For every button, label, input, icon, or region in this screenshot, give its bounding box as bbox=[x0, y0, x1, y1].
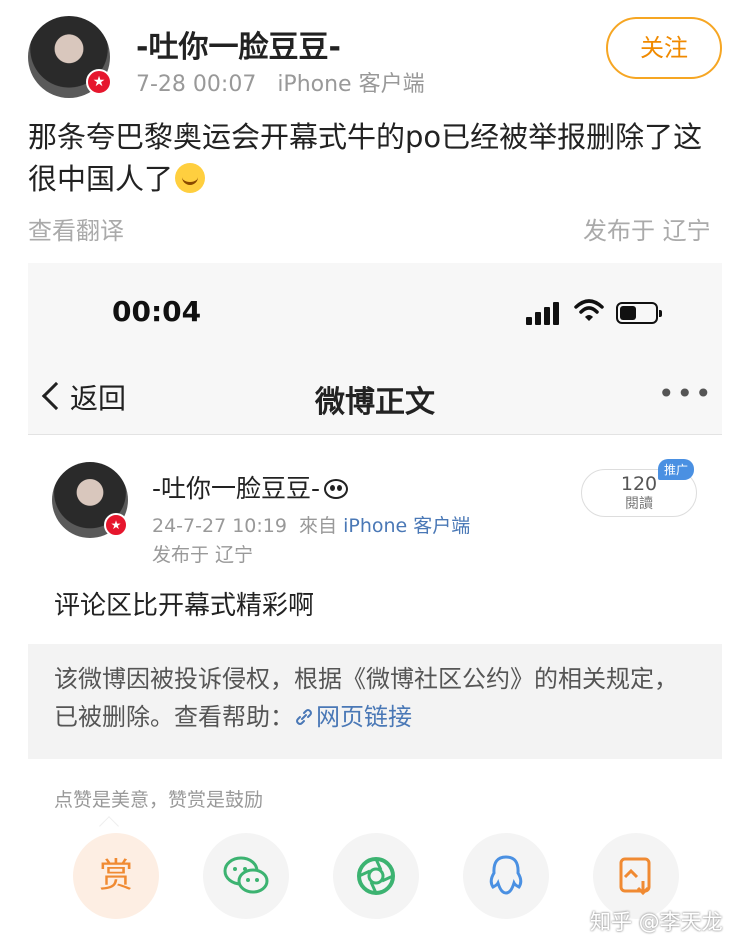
panda-icon bbox=[324, 479, 349, 499]
inner-time: 24-7-27 10:19 bbox=[152, 515, 287, 537]
page-title: 微博正文 bbox=[315, 385, 435, 420]
qq-share-button[interactable] bbox=[463, 833, 549, 919]
post-text: 那条夸巴黎奥运会开幕式牛的po已经被举报删除了这很中国人了 bbox=[28, 116, 728, 200]
wifi-icon bbox=[574, 299, 604, 321]
read-label: 閱讀 bbox=[625, 496, 653, 512]
moments-icon bbox=[357, 857, 395, 895]
wechat-share-button[interactable] bbox=[203, 833, 289, 919]
inner-post-text: 评论区比开幕式精彩啊 bbox=[54, 591, 315, 621]
inner-verified-badge-icon: ★ bbox=[104, 513, 128, 537]
watermark: 知乎 @李天龙 bbox=[590, 910, 723, 934]
translate-link[interactable]: 查看翻译 bbox=[28, 211, 124, 246]
moments-share-button[interactable] bbox=[333, 833, 419, 919]
weibo-detail: ★ -吐你一脸豆豆- 24-7-27 10:19 來自 iPhone 客户端 发… bbox=[28, 435, 722, 952]
more-icon[interactable]: ••• bbox=[658, 377, 714, 410]
author-name[interactable]: -吐你一脸豆豆- bbox=[136, 22, 341, 66]
inner-meta: 24-7-27 10:19 來自 iPhone 客户端 bbox=[152, 511, 470, 538]
promote-tag[interactable]: 推广 bbox=[658, 459, 695, 480]
inner-from: 來自 bbox=[299, 515, 338, 537]
verified-badge-icon: ★ bbox=[86, 69, 112, 95]
embedded-screenshot[interactable]: 00:04 返回 微博正文 ••• ★ -吐你一脸豆豆- 24-7-27 10:… bbox=[28, 263, 722, 952]
inner-location: 发布于 辽宁 bbox=[152, 544, 254, 566]
reward-hint: 点赞是美意，赞赏是鼓励 bbox=[54, 789, 264, 811]
help-link-text: 网页链接 bbox=[316, 703, 412, 731]
link-icon bbox=[296, 709, 312, 725]
post-client: iPhone 客户端 bbox=[277, 72, 425, 97]
battery-icon bbox=[616, 302, 662, 324]
inner-author-text: -吐你一脸豆豆- bbox=[152, 474, 321, 503]
deleted-notice: 该微博因被投诉侵权，根据《微博社区公约》的相关规定，已被删除。查看帮助： 网页链接 bbox=[28, 644, 722, 759]
post-location: 发布于 辽宁 bbox=[583, 217, 711, 245]
status-bar-time: 00:04 bbox=[112, 295, 202, 328]
wechat-icon bbox=[223, 856, 269, 894]
qq-icon bbox=[489, 855, 523, 895]
help-link[interactable]: 网页链接 bbox=[294, 703, 412, 731]
smile-emoji-icon bbox=[175, 163, 206, 193]
inner-client[interactable]: iPhone 客户端 bbox=[343, 515, 470, 537]
follow-button[interactable]: 关注 bbox=[606, 17, 722, 79]
reward-button[interactable]: 赏 bbox=[73, 833, 159, 919]
signal-icon bbox=[526, 301, 560, 325]
inner-author-name[interactable]: -吐你一脸豆豆- bbox=[152, 469, 349, 505]
post-text-content: 那条夸巴黎奥运会开幕式牛的po已经被举报删除了这很中国人了 bbox=[28, 120, 703, 196]
post-meta: 7-28 00:07 iPhone 客户端 bbox=[136, 66, 425, 98]
nav-bar: 返回 微博正文 ••• bbox=[28, 363, 722, 435]
post-time: 7-28 00:07 bbox=[136, 72, 257, 97]
